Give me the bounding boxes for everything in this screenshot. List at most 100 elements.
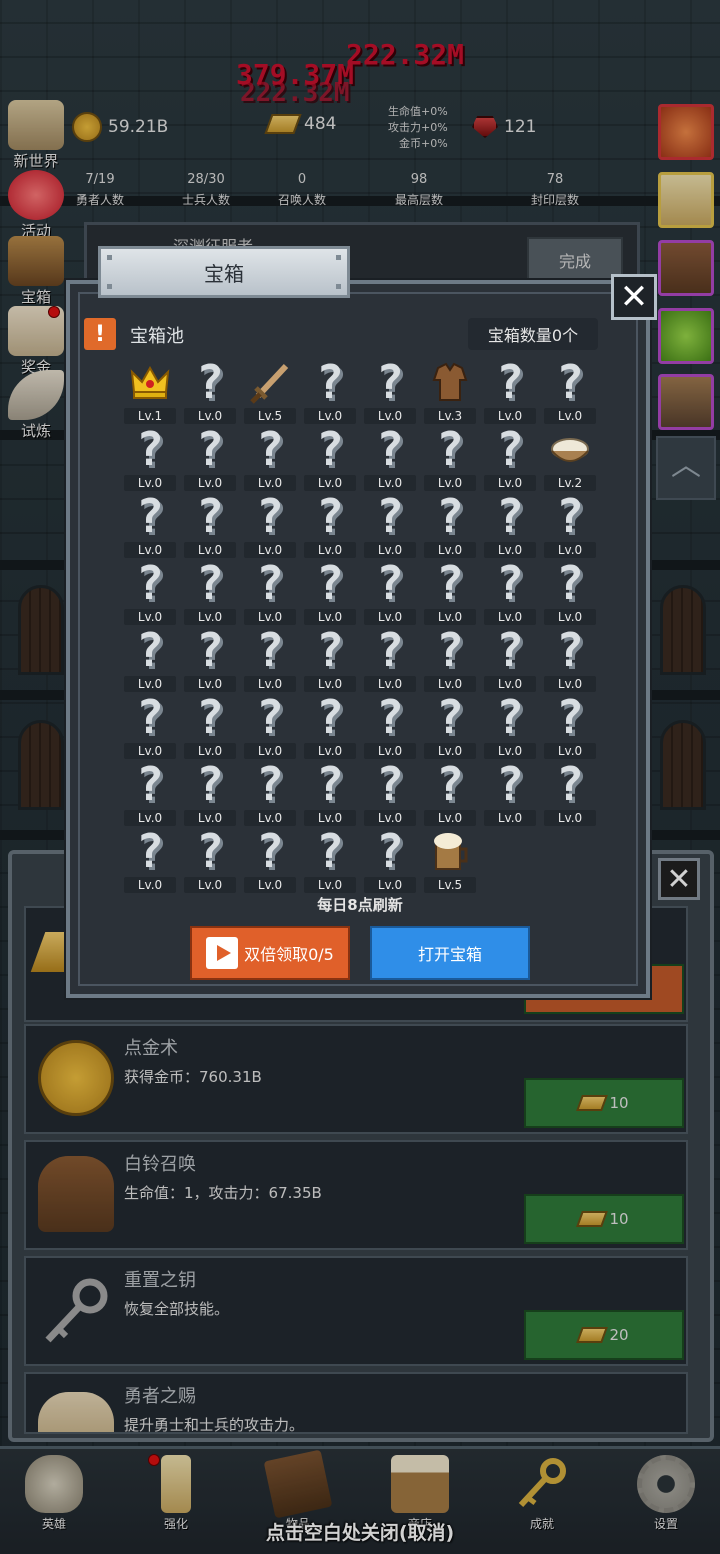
chest-item-slot[interactable]: ? Lv.0 (540, 760, 600, 827)
chest-item-slot[interactable]: ? Lv.0 (240, 492, 300, 559)
chest-item-slot[interactable]: ? Lv.0 (180, 760, 240, 827)
item-level: Lv.0 (484, 810, 536, 826)
unknown-icon: ? (376, 355, 404, 409)
chest-item-slot[interactable]: ? Lv.0 (180, 492, 240, 559)
unknown-icon: ? (376, 623, 404, 677)
chest-item-slot[interactable]: ? Lv.0 (480, 559, 540, 626)
chest-item-slot[interactable]: ? Lv.0 (360, 827, 420, 894)
chest-item-slot[interactable]: Lv.2 (540, 425, 600, 492)
chest-item-slot[interactable]: Lv.1 (120, 358, 180, 425)
unknown-icon: ? (136, 623, 164, 677)
chest-item-slot[interactable]: Lv.3 (420, 358, 480, 425)
chest-item-slot[interactable]: ? Lv.0 (180, 693, 240, 760)
unknown-icon: ? (256, 422, 284, 476)
chest-item-slot[interactable]: ? Lv.0 (480, 626, 540, 693)
item-level: Lv.0 (184, 877, 236, 893)
chest-item-slot[interactable]: Lv.5 (420, 827, 480, 894)
chest-item-slot[interactable]: ? Lv.0 (240, 760, 300, 827)
chest-item-slot[interactable]: ? Lv.0 (540, 492, 600, 559)
chest-item-slot[interactable]: ? Lv.0 (540, 559, 600, 626)
chest-item-slot[interactable]: ? Lv.0 (240, 827, 300, 894)
unknown-icon: ? (436, 690, 464, 744)
chest-item-slot[interactable]: ? Lv.0 (420, 492, 480, 559)
chest-item-slot[interactable]: ? Lv.0 (360, 760, 420, 827)
chest-item-slot[interactable]: ? Lv.0 (420, 425, 480, 492)
unknown-icon: ? (316, 355, 344, 409)
unknown-icon: ? (196, 623, 224, 677)
chest-item-slot[interactable]: ? Lv.0 (120, 626, 180, 693)
unknown-icon: ? (316, 690, 344, 744)
chest-item-slot[interactable]: ? Lv.0 (180, 626, 240, 693)
unknown-icon: ? (496, 623, 524, 677)
item-level: Lv.0 (304, 877, 356, 893)
chest-item-slot[interactable]: ? Lv.0 (540, 626, 600, 693)
chest-item-slot[interactable]: ? Lv.0 (180, 827, 240, 894)
chest-item-slot[interactable]: ? Lv.0 (480, 425, 540, 492)
chest-item-slot[interactable]: ? Lv.0 (120, 693, 180, 760)
chest-item-slot[interactable]: ? Lv.0 (480, 492, 540, 559)
chest-item-slot[interactable]: ? Lv.0 (540, 358, 600, 425)
unknown-icon: ? (556, 489, 584, 543)
chest-item-slot[interactable]: Lv.5 (240, 358, 300, 425)
unknown-icon: ? (556, 757, 584, 811)
chest-item-slot[interactable]: ? Lv.0 (360, 559, 420, 626)
rivet (107, 255, 112, 260)
chest-item-slot[interactable]: ? Lv.0 (180, 559, 240, 626)
chest-item-slot[interactable]: ? Lv.0 (120, 425, 180, 492)
chest-item-slot[interactable]: ? Lv.0 (180, 425, 240, 492)
chest-item-slot[interactable]: ? Lv.0 (420, 760, 480, 827)
warning-icon[interactable]: ! (84, 318, 116, 350)
unknown-icon: ? (256, 690, 284, 744)
chest-item-slot[interactable]: ? Lv.0 (300, 492, 360, 559)
unknown-icon: ? (196, 556, 224, 610)
unknown-icon: ? (256, 623, 284, 677)
close-icon[interactable]: ✕ (611, 274, 657, 320)
chest-item-slot[interactable]: ? Lv.0 (480, 693, 540, 760)
chest-item-slot[interactable]: ? Lv.0 (540, 693, 600, 760)
chest-item-slot[interactable]: ? Lv.0 (120, 760, 180, 827)
unknown-icon: ? (316, 489, 344, 543)
chest-item-slot[interactable]: ? Lv.0 (240, 626, 300, 693)
unknown-icon: ? (196, 489, 224, 543)
chest-item-slot[interactable]: ? Lv.0 (360, 626, 420, 693)
chest-item-slot[interactable]: ? Lv.0 (420, 626, 480, 693)
open-chest-button[interactable]: 打开宝箱 (370, 926, 530, 980)
chest-item-slot[interactable]: ? Lv.0 (300, 559, 360, 626)
chest-item-slot[interactable]: ? Lv.0 (360, 425, 420, 492)
chest-item-slot[interactable]: ? Lv.0 (300, 760, 360, 827)
unknown-icon: ? (436, 556, 464, 610)
chest-item-slot[interactable]: ? Lv.0 (180, 358, 240, 425)
chest-item-slot[interactable]: ? Lv.0 (300, 358, 360, 425)
chest-item-slot[interactable]: ? Lv.0 (480, 760, 540, 827)
chest-item-slot[interactable]: ? Lv.0 (120, 492, 180, 559)
unknown-icon: ? (256, 824, 284, 878)
chest-item-slot[interactable]: ? Lv.0 (120, 559, 180, 626)
unknown-icon: ? (436, 757, 464, 811)
pool-title: 宝箱池 (130, 326, 184, 347)
chest-item-slot[interactable]: ? Lv.0 (240, 693, 300, 760)
chest-item-slot[interactable]: ? Lv.0 (360, 693, 420, 760)
unknown-icon: ? (196, 690, 224, 744)
chest-item-slot[interactable]: ? Lv.0 (360, 358, 420, 425)
chest-item-slot[interactable]: ? Lv.0 (300, 425, 360, 492)
double-claim-button[interactable]: 双倍领取0/5 (190, 926, 350, 980)
chest-item-slot[interactable]: ? Lv.0 (240, 559, 300, 626)
chest-item-slot[interactable]: ? Lv.0 (300, 693, 360, 760)
unknown-icon: ? (256, 757, 284, 811)
chest-item-slot[interactable]: ? Lv.0 (240, 425, 300, 492)
chest-item-slot[interactable]: ? Lv.0 (120, 827, 180, 894)
rivet (336, 284, 341, 289)
crown-icon (128, 360, 172, 404)
unknown-icon: ? (496, 355, 524, 409)
chest-item-slot[interactable]: ? Lv.0 (360, 492, 420, 559)
item-level: Lv.0 (124, 877, 176, 893)
unknown-icon: ? (496, 422, 524, 476)
chest-item-slot[interactable]: ? Lv.0 (300, 827, 360, 894)
chest-item-slot[interactable]: ? Lv.0 (480, 358, 540, 425)
chest-item-slot[interactable]: ? Lv.0 (420, 559, 480, 626)
unknown-icon: ? (256, 556, 284, 610)
chest-item-slot[interactable]: ? Lv.0 (420, 693, 480, 760)
unknown-icon: ? (376, 824, 404, 878)
unknown-icon: ? (316, 824, 344, 878)
chest-item-slot[interactable]: ? Lv.0 (300, 626, 360, 693)
